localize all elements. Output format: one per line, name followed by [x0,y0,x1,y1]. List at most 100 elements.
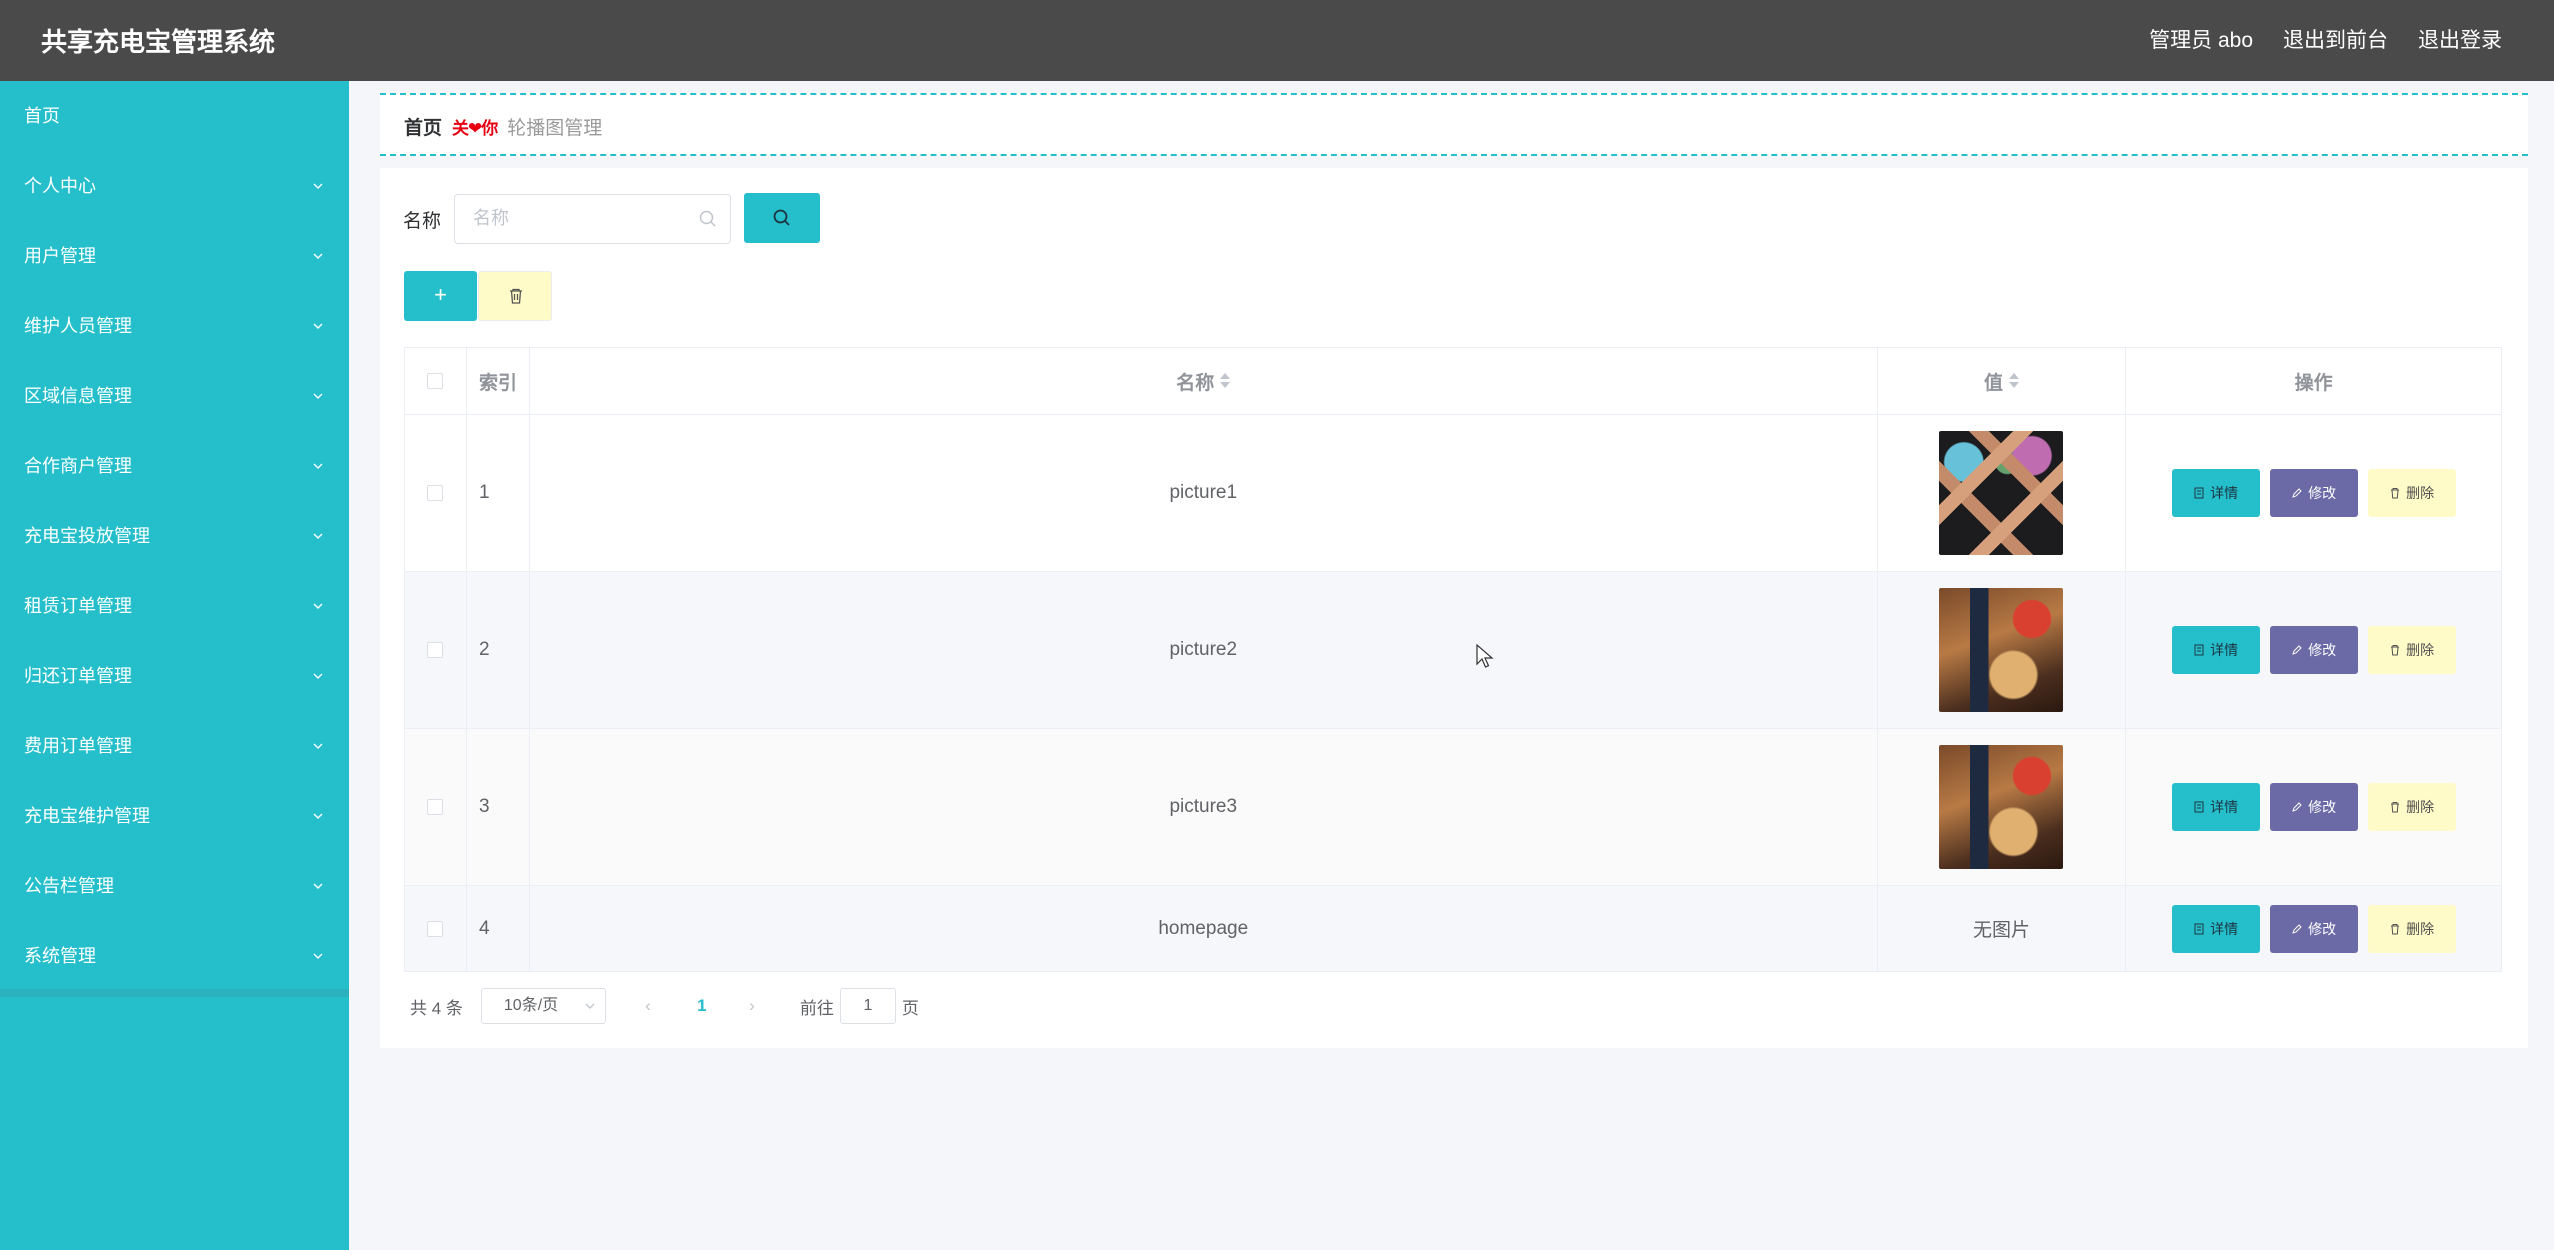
header-index-label: 索引 [478,372,517,394]
sidebar-item-label: 公告栏管理 [24,876,114,896]
sidebar-item-notice-board[interactable]: 公告栏管理 [0,851,349,921]
search-input[interactable] [473,195,703,241]
header-value[interactable]: 值 [1878,348,2127,414]
main-panel: 名称 + 索引 名称 值 操作 1 picture1 详情 修改 删除 [380,168,2528,1048]
header-checkbox-cell [405,348,467,414]
sidebar-item-fee-orders[interactable]: 费用订单管理 [0,711,349,781]
detail-button[interactable]: 详情 [2171,783,2260,831]
sidebar-item-system-management[interactable]: 系统管理 [0,921,349,991]
table-row: 4 homepage 无图片 详情 修改 删除 [405,886,2501,971]
sort-icon[interactable] [1220,373,1231,389]
edit-icon [2292,488,2302,498]
row-value-no-image: 无图片 [1878,886,2127,971]
row-checkbox[interactable] [427,799,444,815]
sidebar-item-merchant-management[interactable]: 合作商户管理 [0,431,349,501]
sidebar-item-return-orders[interactable]: 归还订单管理 [0,641,349,711]
pagination: 共 4 条 10条/页 ‹ 1 › 前往 页 [410,988,919,1024]
delete-button-label: 删除 [2406,642,2435,658]
delete-button-label: 删除 [2406,920,2435,937]
image-thumbnail[interactable] [1939,431,2064,555]
sidebar-item-rental-orders[interactable]: 租赁订单管理 [0,571,349,641]
sidebar-divider [0,989,349,997]
delete-button[interactable]: 删除 [2367,469,2456,517]
row-index: 2 [467,572,530,728]
top-header: 共享充电宝管理系统 管理员 abo 退出到前台 退出登录 [0,0,2554,81]
search-icon [773,209,790,226]
row-checkbox[interactable] [427,920,444,937]
sidebar-item-label: 租赁订单管理 [24,596,132,616]
delete-button[interactable]: 删除 [2367,904,2456,953]
plus-icon: + [434,282,447,307]
sidebar-item-powerbank-maintenance[interactable]: 充电宝维护管理 [0,781,349,851]
app-title: 共享充电宝管理系统 [41,27,276,57]
sidebar-item-label: 用户管理 [24,246,96,266]
goto-page-input[interactable] [839,988,896,1024]
row-name: picture3 [530,729,1878,885]
chevron-down-icon [313,393,323,399]
trash-icon [2391,923,2400,934]
edit-icon [2292,645,2302,655]
trash-icon [510,288,522,304]
edit-button[interactable]: 修改 [2269,626,2358,674]
edit-button[interactable]: 修改 [2269,783,2358,831]
page-number-current[interactable]: 1 [694,996,710,1016]
trash-icon [2391,488,2400,499]
edit-button[interactable]: 修改 [2269,469,2358,517]
edit-button[interactable]: 修改 [2269,904,2358,953]
admin-user-link[interactable]: 管理员 abo [2149,24,2253,54]
row-actions: 详情 修改 删除 [2126,729,2501,885]
sidebar-item-maintainer-management[interactable]: 维护人员管理 [0,291,349,361]
select-all-checkbox[interactable] [427,373,444,389]
row-index: 1 [467,415,530,571]
edit-button-label: 修改 [2308,799,2337,815]
prev-page-button[interactable]: ‹ [640,996,656,1016]
header-name[interactable]: 名称 [530,348,1878,414]
detail-button[interactable]: 详情 [2171,626,2260,674]
sidebar-item-label: 费用订单管理 [24,736,132,756]
table-row: 2 picture2 详情 修改 删除 [405,572,2501,729]
detail-button-label: 详情 [2210,920,2239,937]
header-actions: 操作 [2126,348,2501,414]
trash-icon [2391,802,2400,813]
row-value [1878,415,2127,571]
breadcrumb-home[interactable]: 首页 [404,113,442,140]
detail-button-label: 详情 [2210,799,2239,815]
row-name: picture2 [530,572,1878,728]
pagination-total: 共 4 条 [410,998,463,1018]
row-checkbox-cell [405,572,467,728]
delete-button[interactable]: 删除 [2367,626,2456,674]
row-checkbox[interactable] [427,485,444,501]
sidebar-item-personal-center[interactable]: 个人中心 [0,151,349,221]
search-button[interactable] [744,193,820,243]
document-icon [2194,801,2204,813]
batch-delete-button[interactable] [478,271,552,321]
row-actions: 详情 修改 删除 [2126,415,2501,571]
detail-button-label: 详情 [2210,485,2239,501]
document-icon [2194,487,2204,499]
chevron-down-icon [313,953,323,959]
sidebar-item-powerbank-deployment[interactable]: 充电宝投放管理 [0,501,349,571]
sort-icon[interactable] [2008,373,2019,389]
add-button[interactable]: + [404,271,477,321]
sidebar-item-home[interactable]: 首页 [0,81,349,151]
row-checkbox[interactable] [427,642,444,658]
edit-icon [2292,923,2302,934]
sidebar-item-region-management[interactable]: 区域信息管理 [0,361,349,431]
delete-button[interactable]: 删除 [2367,783,2456,831]
image-thumbnail[interactable] [1939,745,2064,869]
table-header-row: 索引 名称 值 操作 [405,348,2501,415]
row-index: 3 [467,729,530,885]
next-page-button[interactable]: › [744,996,760,1016]
chevron-down-icon [313,813,323,819]
image-thumbnail[interactable] [1939,588,2064,712]
detail-button[interactable]: 详情 [2171,469,2260,517]
exit-to-frontend-link[interactable]: 退出到前台 [2283,24,2388,54]
detail-button[interactable]: 详情 [2171,904,2260,953]
data-table: 索引 名称 值 操作 1 picture1 详情 修改 删除 2 picture… [404,347,2502,972]
page-size-select[interactable]: 10条/页 [480,988,606,1024]
sidebar-item-user-management[interactable]: 用户管理 [0,221,349,291]
logout-link[interactable]: 退出登录 [2418,24,2502,54]
breadcrumb-separator: 关❤你 [452,119,498,138]
breadcrumb-current: 轮播图管理 [507,118,603,139]
breadcrumb: 首页 关❤你 轮播图管理 [404,113,602,140]
